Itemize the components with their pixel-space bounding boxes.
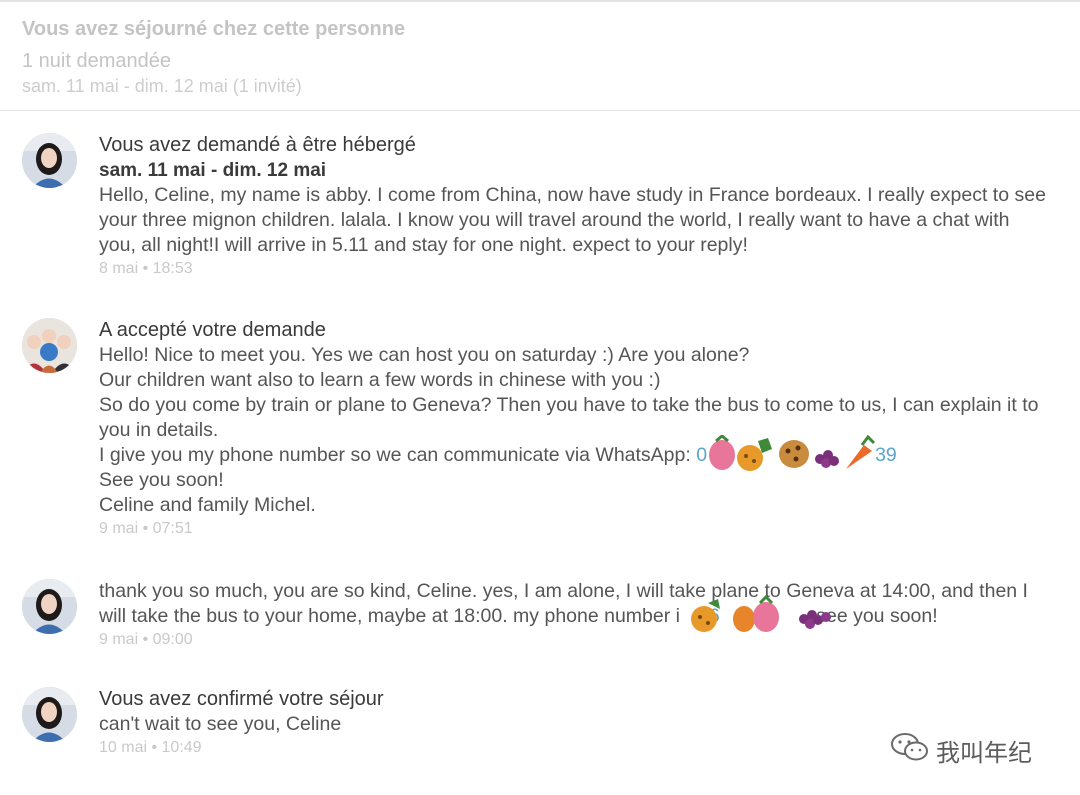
message-line: will take the bus to your home, maybe at…	[99, 604, 1049, 629]
message-timestamp: 9 mai • 07:51	[99, 520, 193, 537]
message-dates: sam. 11 mai - dim. 12 mai	[99, 160, 327, 181]
message-timestamp: 8 mai • 18:53	[99, 260, 193, 277]
message-timestamp: 9 mai • 09:00	[99, 631, 193, 648]
message-line: I give you my phone number so we can com…	[99, 443, 1049, 468]
wechat-icon	[891, 733, 928, 761]
message-line: thank you so much, you are so kind, Celi…	[99, 580, 1028, 602]
message-title: Vous avez confirmé votre séjour	[99, 688, 384, 710]
guest-avatar-icon	[22, 687, 77, 742]
message-line: your three mignon children. lalala. I kn…	[99, 209, 1010, 231]
message-line: So do you come by train or plane to Gene…	[99, 394, 1039, 416]
avatar[interactable]	[22, 579, 77, 634]
message-line: Hello, Celine, my name is abby. I come f…	[99, 184, 1046, 206]
phone-suffix: 39	[875, 444, 897, 466]
nights-requested: 1 nuit demandée	[22, 50, 172, 72]
stay-dates: sam. 11 mai - dim. 12 mai (1 invité)	[22, 76, 302, 96]
fruit-stickers-icon	[691, 594, 831, 632]
wechat-watermark: 我叫年纪	[890, 731, 1060, 767]
message-content: thank you so much, you are so kind, Celi…	[99, 579, 1049, 651]
message-line: you in details.	[99, 419, 219, 441]
message-line: See you soon!	[99, 469, 224, 491]
message-title: Vous avez demandé à être hébergé	[99, 134, 416, 156]
stay-summary-header: Vous avez séjourné chez cette personne 1…	[0, 2, 1080, 111]
conversation-page: Vous avez séjourné chez cette personne 1…	[0, 0, 1080, 795]
message-line: you, all night!I will arrive in 5.11 and…	[99, 234, 748, 256]
message-line-text: will take the bus to your home, maybe at…	[99, 605, 680, 627]
message-line: Hello! Nice to meet you. Yes we can host…	[99, 344, 750, 366]
host-family-avatar-icon	[22, 318, 77, 373]
fruit-stickers-icon	[709, 434, 876, 471]
guest-avatar-icon	[22, 579, 77, 634]
stay-status-title: Vous avez séjourné chez cette personne	[22, 18, 406, 40]
avatar[interactable]	[22, 133, 77, 188]
avatar[interactable]	[22, 687, 77, 742]
redaction-sticker-strip	[706, 434, 878, 475]
message-line-text: I give you my phone number so we can com…	[99, 444, 691, 466]
guest-avatar-icon	[22, 133, 77, 188]
message-content: Vous avez demandé à être hébergé sam. 11…	[99, 133, 1049, 280]
message-line: Our children want also to learn a few wo…	[99, 369, 661, 391]
message-title: A accepté votre demande	[99, 319, 326, 341]
redaction-sticker-strip	[686, 594, 842, 635]
watermark-text: 我叫年纪	[936, 739, 1032, 767]
avatar[interactable]	[22, 318, 77, 373]
message-line: Celine and family Michel.	[99, 494, 316, 516]
message-content: A accepté votre demande Hello! Nice to m…	[99, 318, 1049, 540]
